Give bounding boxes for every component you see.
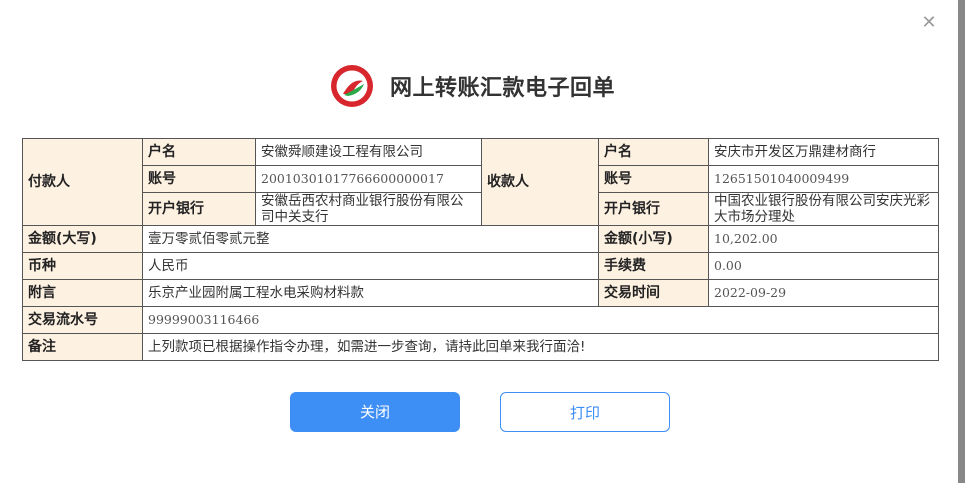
serial-value: 99999003116466 (142, 306, 939, 334)
payee-name: 安庆市开发区万鼎建材商行 (708, 138, 939, 166)
receipt-dialog: ✕ 网上转账汇款电子回单 付款人 户名 安徽舜顺建设工程有限公司 收款人 户名 … (0, 0, 958, 483)
table-row: 交易流水号 99999003116466 (22, 306, 939, 334)
payer-bank-label: 开户银行 (142, 192, 256, 226)
fee-value: 0.00 (708, 252, 939, 280)
close-icon[interactable]: ✕ (918, 12, 940, 34)
amount-lower: 10,202.00 (708, 225, 939, 253)
note-value: 上列款项已根据操作指令办理，如需进一步查询，请持此回单来我行面洽! (142, 333, 939, 361)
trade-time-value: 2022-09-29 (708, 279, 939, 307)
amount-upper: 壹万零贰佰零贰元整 (142, 225, 599, 253)
close-button[interactable]: 关闭 (290, 392, 460, 432)
note-label: 备注 (22, 333, 143, 361)
payee-bank: 中国农业银行股份有限公司安庆光彩大市场分理处 (708, 192, 939, 226)
remark-label: 附言 (22, 279, 143, 307)
fee-label: 手续费 (598, 252, 709, 280)
table-row: 付款人 户名 安徽舜顺建设工程有限公司 收款人 户名 安庆市开发区万鼎建材商行 (22, 138, 939, 226)
trade-time-label: 交易时间 (598, 279, 709, 307)
table-row: 开户银行 安徽岳西农村商业银行股份有限公司中关支行 开户银行 中国农业银行股份有… (23, 192, 939, 226)
table-row: 附言 乐京产业园附属工程水电采购材料款 交易时间 2022-09-29 (22, 279, 939, 307)
receipt-table: 付款人 户名 安徽舜顺建设工程有限公司 收款人 户名 安庆市开发区万鼎建材商行 … (22, 138, 939, 361)
payer-account-label: 账号 (142, 165, 256, 193)
payee-account-label: 账号 (598, 165, 709, 193)
payee-name-label: 户名 (598, 138, 709, 166)
payer-name: 安徽舜顺建设工程有限公司 (255, 138, 482, 166)
bank-logo (331, 65, 373, 107)
serial-label: 交易流水号 (22, 306, 143, 334)
payee-label: 收款人 (481, 138, 599, 226)
payer-label: 付款人 (22, 138, 143, 226)
print-button[interactable]: 打印 (500, 392, 670, 432)
amount-lower-label: 金额(小写) (598, 225, 709, 253)
table-row: 金额(大写) 壹万零贰佰零贰元整 金额(小写) 10,202.00 (22, 225, 939, 253)
table-row: 账号 20010301017766600000017 账号 1265150104… (23, 165, 939, 193)
table-row: 币种 人民币 手续费 0.00 (22, 252, 939, 280)
receipt-header: 网上转账汇款电子回单 (330, 62, 615, 110)
table-row: 备注 上列款项已根据操作指令办理，如需进一步查询，请持此回单来我行面洽! (22, 333, 939, 361)
remark-value: 乐京产业园附属工程水电采购材料款 (142, 279, 599, 307)
currency-value: 人民币 (142, 252, 599, 280)
page-title: 网上转账汇款电子回单 (390, 76, 616, 101)
payer-account: 20010301017766600000017 (255, 165, 482, 193)
amount-upper-label: 金额(大写) (22, 225, 143, 253)
backdrop-edge (958, 0, 965, 483)
payer-name-label: 户名 (142, 138, 256, 166)
payer-bank: 安徽岳西农村商业银行股份有限公司中关支行 (255, 192, 482, 226)
payee-account: 12651501040009499 (708, 165, 939, 193)
currency-label: 币种 (22, 252, 143, 280)
payee-bank-label: 开户银行 (598, 192, 709, 226)
